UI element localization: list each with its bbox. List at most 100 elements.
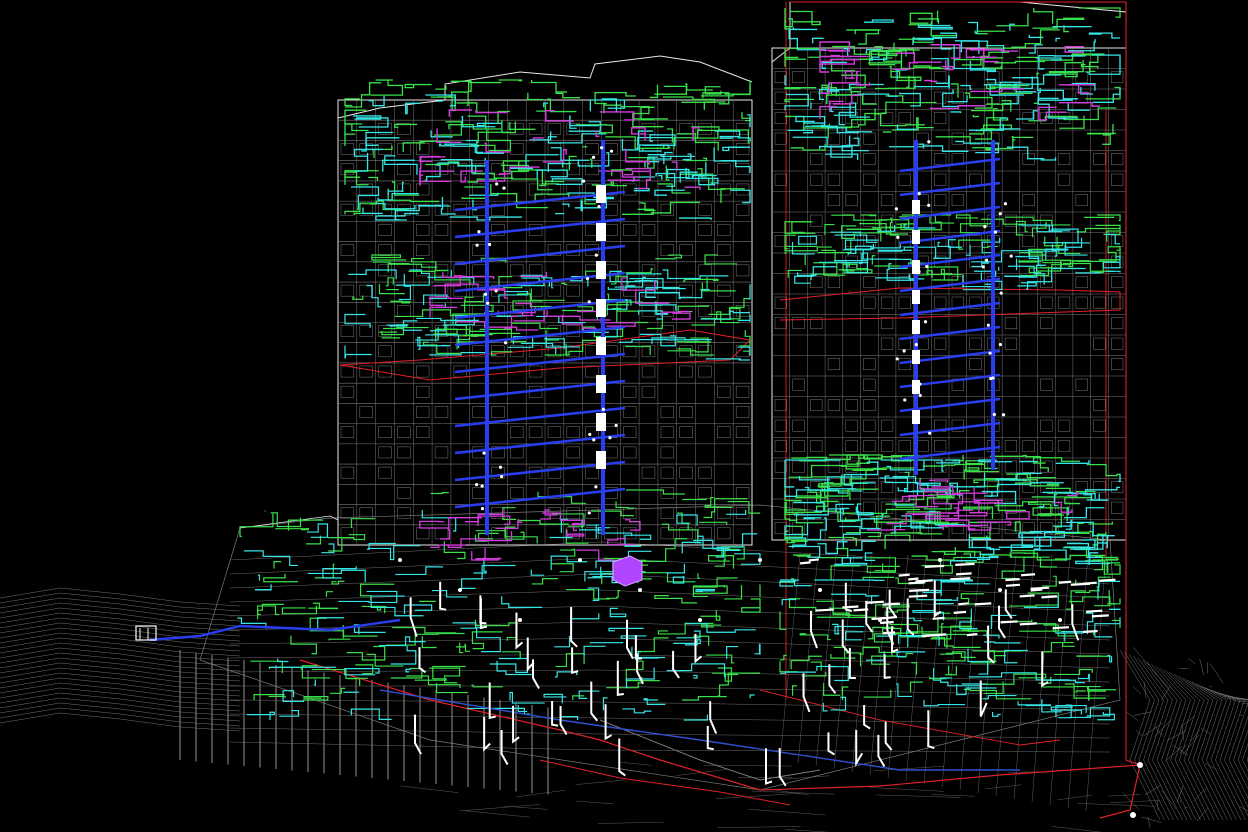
right-riser-valve (912, 380, 920, 394)
pipe-fitting-node (398, 558, 402, 562)
pipe-fitting-node (578, 558, 582, 562)
pipe-fitting-node (981, 265, 985, 269)
pipe-fitting-node (587, 511, 591, 515)
pipe-fitting-node (1001, 413, 1006, 417)
pipe-fitting-node (587, 300, 591, 304)
pipe-fitting-node (998, 588, 1002, 592)
white-pipe-segment (1005, 578, 1020, 582)
white-pipe-segment (909, 588, 930, 593)
left-riser-valve (596, 185, 606, 203)
white-pipe-segment (1083, 581, 1097, 585)
white-pipe-segment (1019, 594, 1035, 598)
green-pipe-run (381, 337, 401, 339)
pipe-fitting-node (477, 230, 481, 234)
pipe-fitting-node (983, 225, 987, 229)
white-pipe-segment (956, 572, 972, 576)
white-pipe-segment (932, 616, 945, 620)
cyan-pipe-run (785, 459, 811, 462)
left-riser-valve (596, 375, 606, 393)
white-pipe-segment (799, 561, 811, 565)
pipe-fitting-node (488, 242, 492, 247)
green-pipe-run (989, 454, 1027, 457)
pipe-fitting-node (923, 320, 928, 324)
boundary-corner-node (1130, 812, 1136, 818)
cyan-pipe-run (580, 199, 583, 212)
green-pipe-run (419, 600, 436, 602)
left-riser-valve (596, 413, 606, 431)
pipe-fitting-node (928, 431, 932, 435)
bim-3d-model-scene[interactable] (0, 0, 1248, 832)
left-riser-valve (596, 337, 606, 355)
right-riser-valve (912, 200, 920, 214)
white-pipe-segment (955, 562, 975, 566)
pipe-fitting-node (502, 186, 506, 190)
pipe-fitting-node (594, 485, 598, 489)
white-pipe-segment (958, 602, 969, 606)
pipe-fitting-node (758, 558, 762, 562)
cyan-pipe-run (998, 266, 1000, 271)
white-pipe-segment (1005, 583, 1020, 587)
pipe-fitting-node (475, 483, 479, 487)
pipe-fitting-node (986, 323, 990, 327)
cyan-pipe-run (555, 212, 565, 215)
pipe-fitting-node (503, 341, 508, 345)
cyan-pipe-run (549, 536, 573, 539)
right-riser-valve (912, 410, 920, 424)
left-riser-valve (596, 261, 606, 279)
pipe-fitting-node (601, 407, 605, 411)
pipe-fitting-node (582, 179, 586, 183)
pipe-fitting-node (1058, 618, 1062, 622)
magenta-pipe-run (923, 79, 938, 82)
pipe-fitting-node (614, 423, 618, 428)
pipe-fitting-node (495, 182, 499, 186)
right-riser-valve (912, 260, 920, 274)
right-riser-valve (912, 230, 920, 244)
pipe-fitting-node (903, 398, 907, 402)
pipe-fitting-node (993, 230, 998, 234)
pipe-fitting-node (486, 301, 490, 305)
pipe-fitting-node (475, 243, 479, 247)
green-pipe-run (860, 214, 877, 217)
pipe-fitting-node (638, 588, 642, 592)
pipe-fitting-node (999, 291, 1003, 295)
pipe-fitting-node (494, 289, 498, 293)
boundary-corner-node (1137, 762, 1143, 768)
pipe-fitting-node (588, 432, 592, 437)
white-pipe-segment (908, 594, 928, 598)
right-riser-valve (912, 290, 920, 304)
left-riser-valve (596, 299, 606, 317)
pipe-fitting-node (483, 292, 488, 296)
white-pipe-segment (1041, 595, 1057, 599)
white-pipe-segment (1082, 629, 1098, 634)
white-pipe-segment (908, 581, 926, 585)
pipe-fitting-node (480, 507, 485, 511)
white-pipe-segment (1091, 614, 1109, 618)
pipe-fitting-node (985, 258, 989, 262)
white-pipe-segment (1086, 609, 1103, 613)
white-pipe-segment (1030, 586, 1049, 590)
cyan-pipe-run (822, 67, 826, 69)
white-pipe-segment (866, 600, 884, 604)
white-pipe-segment (1000, 620, 1018, 624)
left-riser-valve (596, 451, 606, 469)
pipe-fitting-node (925, 264, 929, 269)
white-pipe-segment (950, 577, 971, 581)
white-pipe-segment (1021, 573, 1036, 577)
white-pipe-segment (1052, 626, 1070, 630)
pipe-fitting-node (594, 253, 598, 257)
cyan-pipe-run (695, 588, 715, 592)
green-pipe-run (565, 343, 568, 356)
pipe-fitting-node (914, 343, 918, 347)
model-viewport[interactable] (0, 0, 1248, 832)
right-riser-valve (912, 320, 920, 334)
white-pipe-segment (886, 615, 898, 620)
pipe-fitting-node (918, 393, 922, 398)
white-pipe-segment (1030, 588, 1043, 592)
pipe-fitting-node (992, 412, 996, 417)
white-pipe-segment (953, 610, 967, 615)
pipe-fitting-node (927, 140, 931, 144)
pipe-fitting-node (498, 465, 503, 469)
pipe-fitting-node (1003, 202, 1008, 206)
white-pipe-segment (808, 558, 819, 562)
white-pipe-segment (1019, 622, 1037, 626)
